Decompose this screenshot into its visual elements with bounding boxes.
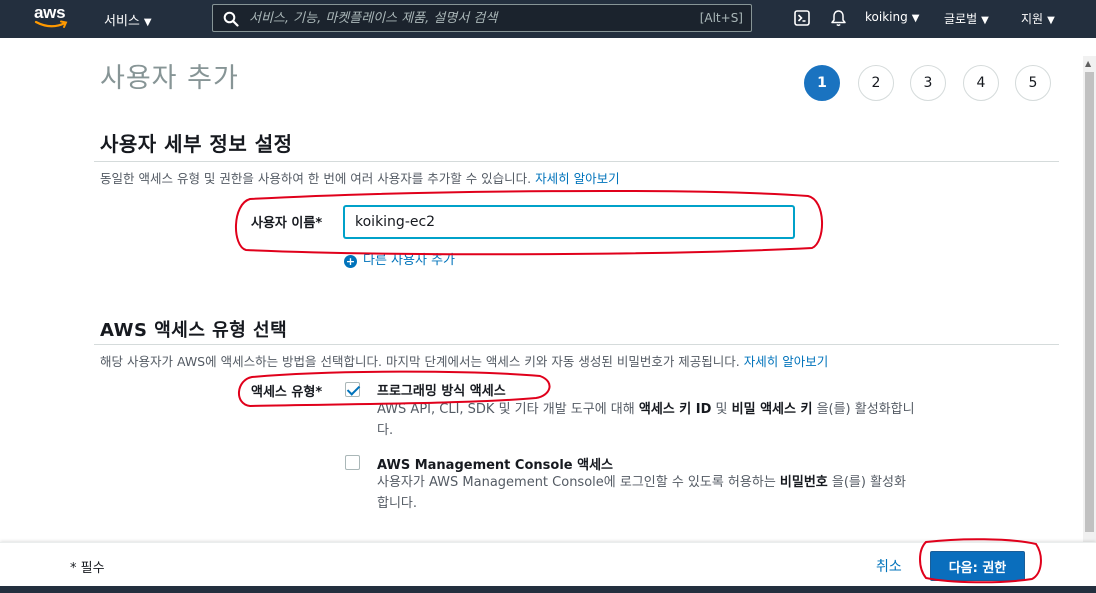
search-input[interactable] bbox=[249, 8, 689, 28]
divider bbox=[94, 344, 1059, 345]
region-menu[interactable]: 글로벌 ▼ bbox=[944, 10, 989, 27]
page-scrollbar[interactable]: ▲ bbox=[1083, 56, 1096, 542]
caret-down-icon: ▼ bbox=[981, 15, 989, 26]
description-text: 동일한 액세스 유형 및 권한을 사용하여 한 번에 여러 사용자를 추가할 수… bbox=[100, 171, 532, 186]
programmatic-access-title: 프로그래밍 방식 액세스 bbox=[377, 384, 506, 399]
username-input[interactable] bbox=[344, 206, 794, 238]
services-label: 서비스 bbox=[104, 14, 140, 29]
learn-more-link[interactable]: 자세히 알아보기 bbox=[744, 354, 828, 369]
programmatic-access-checkbox[interactable] bbox=[345, 382, 360, 397]
add-another-user-link[interactable]: + 다른 사용자 추가 bbox=[344, 249, 455, 268]
next-permissions-button[interactable]: 다음: 권한 bbox=[930, 551, 1025, 581]
console-access-checkbox[interactable] bbox=[345, 455, 360, 470]
console-access-title: AWS Management Console 액세스 bbox=[377, 458, 613, 473]
step-3[interactable]: 3 bbox=[910, 65, 946, 101]
desc-bold: 비밀 액세스 키 bbox=[731, 402, 813, 417]
page-title: 사용자 추가 bbox=[100, 63, 239, 94]
caret-down-icon: ▼ bbox=[143, 17, 152, 28]
region-label: 글로벌 bbox=[944, 12, 978, 26]
cancel-button[interactable]: 취소 bbox=[876, 556, 902, 576]
scrollbar-thumb[interactable] bbox=[1085, 72, 1094, 532]
support-label: 지원 bbox=[1021, 12, 1044, 26]
desc-bold: 비밀번호 bbox=[779, 475, 828, 490]
step-4[interactable]: 4 bbox=[963, 65, 999, 101]
access-type-label: 액세스 유형* bbox=[251, 385, 323, 400]
wizard-footer: * 필수 취소 다음: 권한 bbox=[0, 542, 1096, 586]
user-details-heading: 사용자 세부 정보 설정 bbox=[100, 132, 293, 156]
description-text: 해당 사용자가 AWS에 액세스하는 방법을 선택합니다. 마지막 단계에서는 … bbox=[100, 354, 740, 369]
divider bbox=[94, 161, 1059, 162]
account-menu[interactable]: koiking ▼ bbox=[865, 10, 919, 24]
step-1[interactable]: 1 bbox=[804, 65, 840, 101]
learn-more-link[interactable]: 자세히 알아보기 bbox=[535, 171, 619, 186]
top-nav-bar: aws 서비스▼ [Alt+S] koiking▼ 글로벌▼ 지원▼ bbox=[0, 0, 1096, 38]
cloudshell-icon[interactable] bbox=[794, 10, 810, 26]
add-another-user-label: 다른 사용자 추가 bbox=[363, 253, 455, 268]
search-shortcut-hint: [Alt+S] bbox=[699, 11, 743, 25]
desc-bold: 액세스 키 ID bbox=[638, 402, 712, 417]
step-2[interactable]: 2 bbox=[858, 65, 894, 101]
programmatic-access-description: AWS API, CLI, SDK 및 기타 개발 도구에 대해 액세스 키 I… bbox=[377, 399, 922, 441]
services-menu[interactable]: 서비스 ▼ bbox=[104, 10, 152, 29]
desc-part: AWS API, CLI, SDK 및 기타 개발 도구에 대해 bbox=[377, 402, 639, 417]
search-box[interactable]: [Alt+S] bbox=[212, 4, 752, 32]
bottom-bar bbox=[0, 586, 1096, 593]
desc-part: 사용자가 AWS Management Console에 로그인할 수 있도록 … bbox=[377, 475, 780, 490]
user-details-description: 동일한 액세스 유형 및 권한을 사용하여 한 번에 여러 사용자를 추가할 수… bbox=[100, 168, 620, 187]
desc-part: 및 bbox=[711, 402, 732, 417]
notification-bell-icon[interactable] bbox=[830, 9, 847, 27]
scroll-up-icon[interactable]: ▲ bbox=[1085, 59, 1091, 68]
username-label: 사용자 이름* bbox=[251, 216, 323, 231]
step-5[interactable]: 5 bbox=[1015, 65, 1051, 101]
caret-down-icon: ▼ bbox=[1047, 15, 1055, 26]
required-note: * 필수 bbox=[70, 561, 105, 576]
search-icon bbox=[223, 11, 239, 27]
support-menu[interactable]: 지원 ▼ bbox=[1021, 10, 1055, 27]
aws-logo[interactable]: aws bbox=[34, 4, 74, 32]
aws-smile-icon bbox=[34, 20, 68, 28]
access-type-heading: AWS 액세스 유형 선택 bbox=[100, 320, 288, 341]
caret-down-icon: ▼ bbox=[911, 13, 920, 24]
access-type-description: 해당 사용자가 AWS에 액세스하는 방법을 선택합니다. 마지막 단계에서는 … bbox=[100, 351, 828, 370]
account-name: koiking bbox=[865, 10, 908, 24]
plus-circle-icon: + bbox=[344, 255, 357, 268]
console-access-description: 사용자가 AWS Management Console에 로그인할 수 있도록 … bbox=[377, 472, 917, 514]
